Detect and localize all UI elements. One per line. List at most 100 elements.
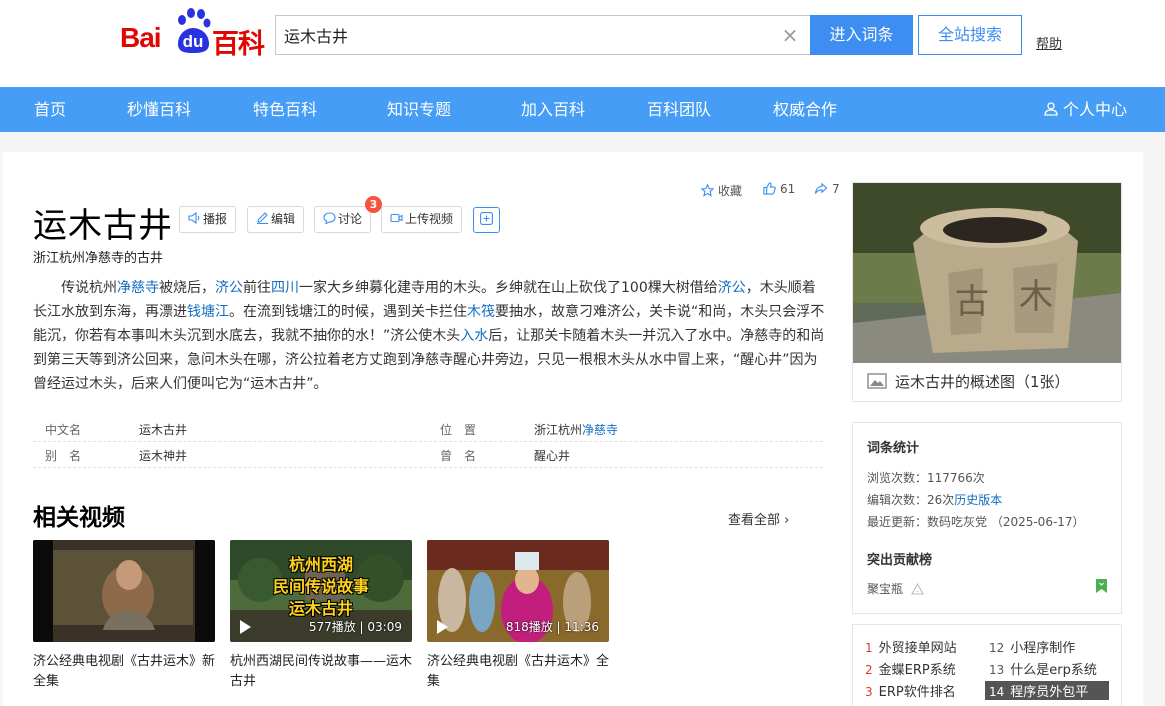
info-row: 别 名 运木神井 曾 名 醒心井 — [33, 442, 823, 468]
hot-rank: 13 — [989, 663, 1005, 677]
entry-subtitle: 浙江杭州净慈寺的古井 — [33, 251, 164, 266]
pencil-icon — [257, 212, 268, 224]
hot-text: 外贸接单网站 — [878, 641, 957, 656]
hot-rank: 1 — [865, 641, 873, 655]
discuss-badge: 3 — [365, 196, 382, 213]
link-enter-water[interactable]: 入水 — [460, 328, 488, 344]
hot-item[interactable]: 12 小程序制作 — [989, 637, 1075, 656]
nav-home[interactable]: 首页 — [34, 87, 66, 132]
favorite-stat[interactable]: 收藏 — [701, 182, 742, 199]
thumb-up-icon — [763, 182, 776, 195]
share-icon — [814, 182, 828, 194]
nav-authority[interactable]: 权威合作 — [773, 87, 837, 132]
nav-team[interactable]: 百科团队 — [647, 87, 711, 132]
upload-video-button[interactable]: 上传视频 — [381, 206, 463, 233]
enter-entry-button[interactable]: 进入词条 — [810, 15, 913, 55]
discuss-button[interactable]: 讨论 — [314, 206, 372, 233]
overlay-line: 运木古井 — [288, 599, 353, 618]
link-raft[interactable]: 木筏 — [467, 304, 495, 320]
picture-caption-text: 运木古井的概述图（1张） — [895, 373, 1070, 391]
hot-item[interactable]: 14 程序员外包平 — [985, 681, 1109, 700]
chevron-right-icon: › — [784, 513, 790, 528]
share-stat[interactable]: 7 — [814, 182, 840, 196]
like-count: 61 — [780, 182, 796, 196]
baike-logo[interactable]: Bai du 百科 — [120, 8, 265, 60]
info-value-former-name: 醒心井 — [534, 449, 571, 463]
video-meta: 818播放 | 11:36 — [505, 620, 599, 634]
summary-text: 传说杭州 — [61, 280, 117, 296]
contributor[interactable]: 聚宝瓶 — [867, 580, 924, 597]
edit-button[interactable]: 编辑 — [247, 206, 305, 233]
info-value-alias: 运木神井 — [139, 449, 188, 463]
hot-item[interactable]: 3 ERP软件排名 — [865, 681, 956, 700]
entry-summary: 传说杭州净慈寺被烧后，济公前往四川一家大乡绅募化建寺用的木头。乡绅就在山上砍伐了… — [33, 276, 828, 396]
link-qiantang-river[interactable]: 钱塘江 — [187, 304, 229, 320]
hot-item[interactable]: 2 金蝶ERP系统 — [865, 659, 956, 678]
hot-rank: 12 — [989, 641, 1005, 655]
overlay-line: 民间传说故事 — [272, 577, 369, 596]
video-title[interactable]: 济公经典电视剧《古井运木》新全集 — [33, 652, 215, 692]
video-card[interactable]: 济公经典电视剧《古井运木》新全集 — [33, 540, 215, 692]
video-title[interactable]: 济公经典电视剧《古井运木》全集 — [427, 652, 609, 692]
video-card[interactable]: 818播放 | 11:36 济公经典电视剧《古井运木》全集 — [427, 540, 609, 692]
main-nav: 首页 秒懂百科 特色百科 知识专题 加入百科 百科团队 权威合作 个人中心 — [0, 87, 1165, 132]
hot-text: 金蝶ERP系统 — [878, 663, 956, 678]
video-thumbnail[interactable] — [33, 540, 215, 642]
hot-item[interactable]: 1 外贸接单网站 — [865, 637, 957, 656]
clear-icon[interactable]: × — [780, 25, 800, 45]
image-icon — [867, 373, 887, 389]
play-icon — [240, 620, 251, 634]
warning-icon — [910, 582, 924, 595]
location-link[interactable]: 净慈寺 — [582, 423, 618, 437]
link-jingci-temple[interactable]: 净慈寺 — [117, 280, 159, 296]
search-input[interactable] — [284, 24, 764, 46]
info-label-alias: 别 名 — [45, 449, 82, 463]
info-value-location: 浙江杭州净慈寺 — [534, 421, 618, 438]
info-label-former-name: 曾 名 — [440, 449, 477, 463]
entry-title: 运木古井 — [33, 206, 173, 246]
nav-featured[interactable]: 特色百科 — [253, 87, 317, 132]
hot-rank: 14 — [989, 685, 1005, 699]
logo-du-text: du — [182, 32, 204, 51]
nav-knowledge-topics[interactable]: 知识专题 — [387, 87, 451, 132]
broadcast-label: 播报 — [203, 212, 228, 226]
hot-rank: 2 — [865, 663, 873, 677]
like-stat[interactable]: 61 — [763, 182, 795, 196]
speaker-icon — [188, 212, 200, 224]
logo-bai-text: Bai — [120, 22, 162, 53]
video-thumbnail[interactable]: 杭州西湖 民间传说故事 运木古井 577播放 | 03:09 — [230, 540, 412, 642]
video-camera-icon — [390, 213, 403, 223]
bookmark-icon[interactable] — [1096, 579, 1107, 593]
site-search-button[interactable]: 全站搜索 — [918, 15, 1022, 55]
user-center-link[interactable]: 个人中心 — [1044, 87, 1127, 132]
nav-join[interactable]: 加入百科 — [521, 87, 585, 132]
well-photo[interactable]: 古 木 — [853, 183, 1121, 363]
link-sichuan[interactable]: 四川 — [271, 280, 299, 296]
picture-caption[interactable]: 运木古井的概述图（1张） — [867, 371, 1070, 392]
video-title[interactable]: 杭州西湖民间传说故事——运木古井 — [230, 652, 412, 692]
entry-stats-card: 词条统计 浏览次数：117766次 编辑次数：26次历史版本 最近更新：数码吃灰… — [852, 422, 1122, 614]
video-thumbnail[interactable]: 818播放 | 11:36 — [427, 540, 609, 642]
nav-second-baike[interactable]: 秒懂百科 — [127, 87, 191, 132]
link-jigong[interactable]: 济公 — [215, 280, 243, 296]
chat-bubble-icon — [323, 212, 336, 224]
last-update: 最近更新：数码吃灰党 （2025-06-17） — [867, 515, 1085, 529]
upload-video-label: 上传视频 — [405, 212, 454, 226]
user-icon — [1044, 102, 1058, 116]
contributor-name: 聚宝瓶 — [867, 582, 904, 596]
summary-picture-card[interactable]: 古 木 运木古井的概述图（1张） — [852, 182, 1122, 402]
history-version-link[interactable]: 历史版本 — [954, 493, 1002, 507]
hot-list-card: 1 外贸接单网站 2 金蝶ERP系统 3 ERP软件排名 12 小程序制作 13 什么是e… — [852, 624, 1122, 706]
contributors-title: 突出贡献榜 — [867, 553, 933, 568]
hot-text: 程序员外包平 — [1010, 685, 1089, 700]
link-jigong[interactable]: 济公 — [718, 280, 746, 296]
info-label-cn-name: 中文名 — [45, 423, 82, 437]
video-card[interactable]: 杭州西湖 民间传说故事 运木古井 577播放 | 03:09 杭州西湖民间传说故… — [230, 540, 412, 692]
edit-label: 编辑 — [271, 212, 296, 226]
see-all-videos-link[interactable]: 查看全部 › — [728, 509, 789, 528]
help-link[interactable]: 帮助 — [1036, 33, 1062, 52]
favorite-label: 收藏 — [718, 184, 743, 198]
broadcast-button[interactable]: 播报 — [179, 206, 237, 233]
hot-item[interactable]: 13 什么是erp系统 — [989, 659, 1097, 678]
add-icon[interactable] — [473, 207, 500, 233]
